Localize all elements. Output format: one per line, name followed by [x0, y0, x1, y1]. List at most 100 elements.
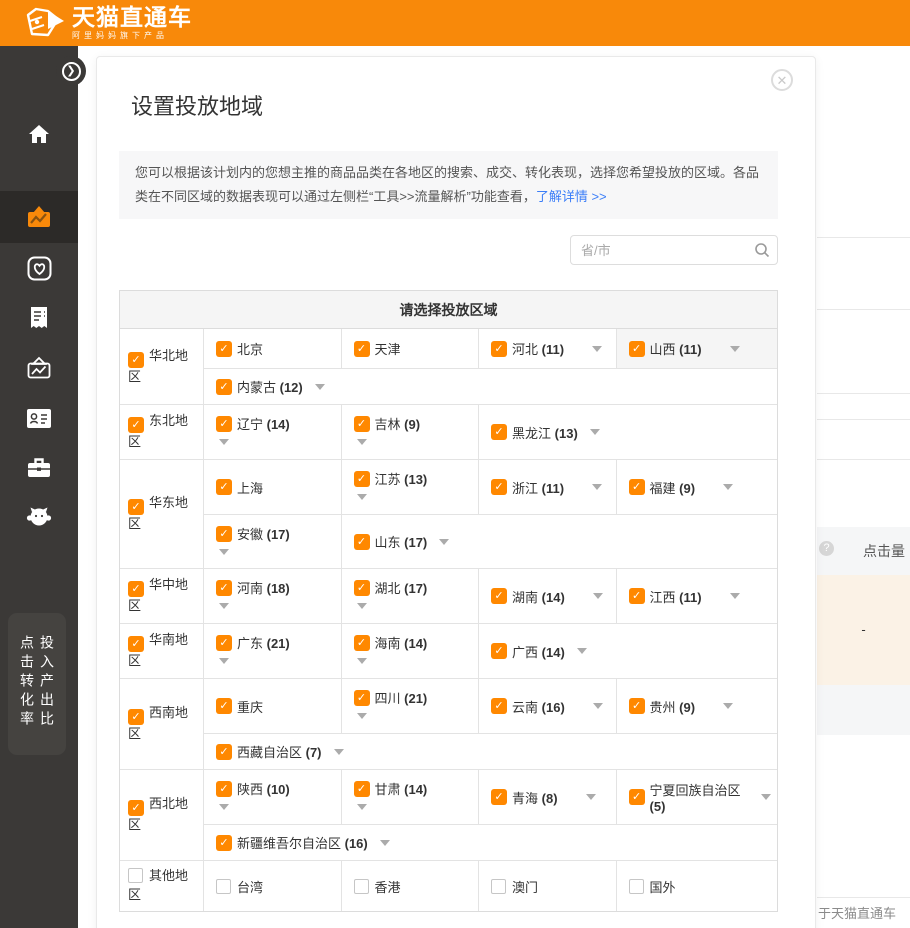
dropdown-arrow-icon[interactable]	[219, 603, 229, 609]
checkbox-checked-icon[interactable]: ✓	[354, 471, 370, 487]
dropdown-arrow-icon[interactable]	[357, 713, 367, 719]
province-cell[interactable]: ✓四川 (21)	[342, 679, 480, 733]
province-cell[interactable]: ✓辽宁 (14)	[204, 405, 342, 459]
province-cell[interactable]: ✓陕西 (10)	[204, 770, 342, 824]
province-cell[interactable]: ✓江西 (11)	[617, 569, 777, 623]
region-group-cell[interactable]: ✓西南地区	[120, 679, 204, 769]
province-cell[interactable]: ✓云南 (16)	[479, 679, 617, 733]
checkbox-checked-icon[interactable]: ✓	[629, 588, 645, 604]
checkbox-checked-icon[interactable]: ✓	[491, 341, 507, 357]
province-cell[interactable]: ✓山东 (17)	[342, 515, 777, 568]
close-icon[interactable]: ✕	[771, 69, 793, 91]
dropdown-arrow-icon[interactable]	[592, 484, 602, 490]
checkbox-checked-icon[interactable]: ✓	[629, 341, 645, 357]
checkbox-checked-icon[interactable]: ✓	[128, 352, 144, 368]
dropdown-arrow-icon[interactable]	[592, 346, 602, 352]
dropdown-arrow-icon[interactable]	[357, 804, 367, 810]
sidebar-item-tmall[interactable]	[0, 491, 78, 543]
province-cell[interactable]: 国外	[617, 861, 777, 911]
province-search-input[interactable]	[570, 235, 778, 265]
dropdown-arrow-icon[interactable]	[593, 593, 603, 599]
region-group-cell[interactable]: ✓华中地区	[120, 569, 204, 623]
province-cell[interactable]: ✓甘肃 (14)	[342, 770, 480, 824]
dropdown-arrow-icon[interactable]	[730, 593, 740, 599]
province-cell[interactable]: ✓山西 (11)	[617, 329, 777, 368]
region-group-cell[interactable]: ✓西北地区	[120, 770, 204, 860]
province-cell[interactable]: 香港	[342, 861, 480, 911]
dropdown-arrow-icon[interactable]	[219, 658, 229, 664]
province-cell[interactable]: ✓青海 (8)	[479, 770, 617, 824]
checkbox-checked-icon[interactable]: ✓	[216, 379, 232, 395]
checkbox-checked-icon[interactable]: ✓	[216, 698, 232, 714]
checkbox-checked-icon[interactable]: ✓	[354, 781, 370, 797]
dropdown-arrow-icon[interactable]	[357, 439, 367, 445]
dropdown-arrow-icon[interactable]	[590, 429, 600, 435]
dropdown-arrow-icon[interactable]	[439, 539, 449, 545]
region-group-cell[interactable]: ✓东北地区	[120, 405, 204, 459]
province-cell[interactable]: ✓广西 (14)	[479, 624, 777, 678]
province-cell[interactable]: ✓贵州 (9)	[617, 679, 777, 733]
dropdown-arrow-icon[interactable]	[219, 439, 229, 445]
sidebar-item-home[interactable]	[0, 108, 78, 160]
checkbox-checked-icon[interactable]: ✓	[491, 643, 507, 659]
dropdown-arrow-icon[interactable]	[380, 840, 390, 846]
province-cell[interactable]: ✓江苏 (13)	[342, 460, 480, 514]
dropdown-arrow-icon[interactable]	[577, 648, 587, 654]
province-cell[interactable]: 澳门	[479, 861, 617, 911]
checkbox-unchecked-icon[interactable]	[216, 879, 231, 894]
province-cell[interactable]: ✓河北 (11)	[479, 329, 617, 368]
province-cell[interactable]: ✓新疆维吾尔自治区 (16)	[204, 825, 777, 860]
region-group-cell[interactable]: ✓华南地区	[120, 624, 204, 678]
checkbox-checked-icon[interactable]: ✓	[491, 479, 507, 495]
tab-roi[interactable]: 投入产出比	[40, 635, 54, 755]
checkbox-checked-icon[interactable]: ✓	[354, 416, 370, 432]
checkbox-checked-icon[interactable]: ✓	[216, 781, 232, 797]
region-group-cell[interactable]: 其他地区	[120, 861, 204, 911]
checkbox-checked-icon[interactable]: ✓	[354, 341, 370, 357]
checkbox-checked-icon[interactable]: ✓	[128, 709, 144, 725]
province-cell[interactable]: ✓福建 (9)	[617, 460, 777, 514]
checkbox-checked-icon[interactable]: ✓	[491, 588, 507, 604]
checkbox-checked-icon[interactable]: ✓	[629, 789, 645, 805]
checkbox-checked-icon[interactable]: ✓	[216, 580, 232, 596]
dropdown-arrow-icon[interactable]	[357, 494, 367, 500]
sidebar-collapse-toggle[interactable]: ❯	[56, 56, 86, 86]
sidebar-item-favorites[interactable]	[0, 242, 78, 294]
dropdown-arrow-icon[interactable]	[219, 804, 229, 810]
sidebar-item-campaigns-active[interactable]	[0, 191, 78, 243]
checkbox-checked-icon[interactable]: ✓	[128, 800, 144, 816]
province-cell[interactable]: ✓上海	[204, 460, 342, 514]
province-cell[interactable]: ✓浙江 (11)	[479, 460, 617, 514]
province-cell[interactable]: ✓内蒙古 (12)	[204, 369, 777, 404]
checkbox-checked-icon[interactable]: ✓	[216, 744, 232, 760]
checkbox-unchecked-icon[interactable]	[128, 868, 143, 883]
dropdown-arrow-icon[interactable]	[723, 484, 733, 490]
sidebar-item-reports[interactable]	[0, 292, 78, 344]
dropdown-arrow-icon[interactable]	[357, 658, 367, 664]
province-cell[interactable]: ✓宁夏回族自治区 (5)	[617, 770, 777, 824]
province-cell[interactable]: ✓黑龙江 (13)	[479, 405, 777, 459]
province-cell[interactable]: 台湾	[204, 861, 342, 911]
checkbox-checked-icon[interactable]: ✓	[216, 341, 232, 357]
checkbox-unchecked-icon[interactable]	[354, 879, 369, 894]
checkbox-checked-icon[interactable]: ✓	[128, 636, 144, 652]
checkbox-checked-icon[interactable]: ✓	[216, 526, 232, 542]
province-cell[interactable]: ✓北京	[204, 329, 342, 368]
province-cell[interactable]: ✓重庆	[204, 679, 342, 733]
province-cell[interactable]: ✓广东 (21)	[204, 624, 342, 678]
province-cell[interactable]: ✓河南 (18)	[204, 569, 342, 623]
learn-more-link[interactable]: 了解详情 >>	[536, 189, 607, 204]
province-cell[interactable]: ✓安徽 (17)	[204, 515, 342, 568]
checkbox-checked-icon[interactable]: ✓	[216, 635, 232, 651]
province-cell[interactable]: ✓海南 (14)	[342, 624, 480, 678]
checkbox-checked-icon[interactable]: ✓	[354, 534, 370, 550]
checkbox-checked-icon[interactable]: ✓	[128, 499, 144, 515]
checkbox-unchecked-icon[interactable]	[629, 879, 644, 894]
checkbox-checked-icon[interactable]: ✓	[354, 580, 370, 596]
dropdown-arrow-icon[interactable]	[334, 749, 344, 755]
dropdown-arrow-icon[interactable]	[219, 549, 229, 555]
checkbox-checked-icon[interactable]: ✓	[629, 479, 645, 495]
checkbox-checked-icon[interactable]: ✓	[491, 789, 507, 805]
province-cell[interactable]: ✓天津	[342, 329, 480, 368]
dropdown-arrow-icon[interactable]	[730, 346, 740, 352]
